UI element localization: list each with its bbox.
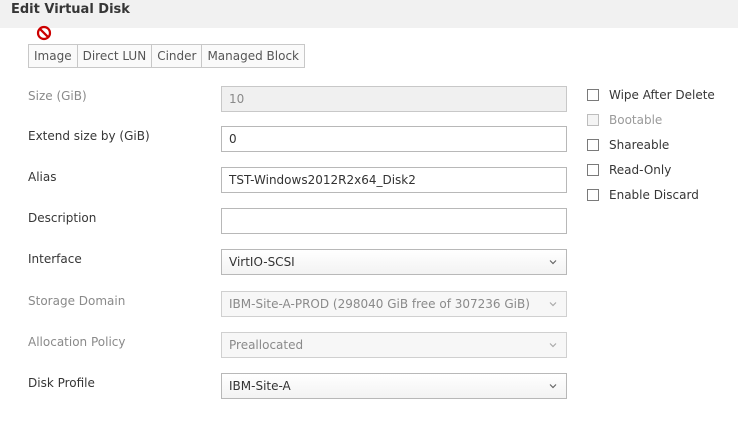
shareable-label: Shareable (609, 138, 670, 152)
disk-profile-label: Disk Profile (28, 376, 95, 390)
wipe-after-delete-option[interactable]: Wipe After Delete (587, 87, 715, 103)
storage-domain-label: Storage Domain (28, 294, 126, 308)
no-entry-icon (36, 25, 52, 41)
storage-domain-select: IBM-Site-A-PROD (298040 GiB free of 3072… (221, 291, 567, 317)
chevron-down-icon (549, 384, 557, 389)
allocation-policy-select: Preallocated (221, 332, 567, 358)
disk-type-tabs: Image Direct LUN Cinder Managed Block (28, 44, 306, 68)
interface-label: Interface (28, 252, 82, 266)
interface-select[interactable]: VirtIO-SCSI (221, 249, 567, 275)
bootable-label: Bootable (609, 113, 663, 127)
extend-size-label: Extend size by (GiB) (28, 129, 150, 143)
shareable-checkbox[interactable] (587, 139, 599, 151)
read-only-checkbox[interactable] (587, 164, 599, 176)
bootable-checkbox (587, 114, 599, 126)
dialog-header: Edit Virtual Disk (0, 0, 738, 28)
description-input[interactable] (221, 208, 567, 234)
shareable-option[interactable]: Shareable (587, 137, 669, 153)
size-label: Size (GiB) (28, 89, 87, 103)
allocation-policy-value: Preallocated (229, 338, 304, 352)
extend-size-input[interactable]: 0 (221, 126, 567, 152)
wipe-after-delete-label: Wipe After Delete (609, 88, 715, 102)
dialog-title: Edit Virtual Disk (11, 2, 130, 17)
tab-image[interactable]: Image (29, 45, 78, 67)
interface-value: VirtIO-SCSI (229, 255, 295, 269)
chevron-down-icon (549, 260, 557, 265)
chevron-down-icon (549, 302, 557, 307)
read-only-label: Read-Only (609, 163, 672, 177)
description-label: Description (28, 211, 97, 225)
enable-discard-label: Enable Discard (609, 188, 699, 202)
alias-label: Alias (28, 170, 57, 184)
read-only-option[interactable]: Read-Only (587, 162, 671, 178)
tab-managed-block[interactable]: Managed Block (202, 45, 304, 67)
disk-profile-select[interactable]: IBM-Site-A (221, 373, 567, 399)
tab-direct-lun[interactable]: Direct LUN (78, 45, 153, 67)
allocation-policy-label: Allocation Policy (28, 335, 126, 349)
storage-domain-value: IBM-Site-A-PROD (298040 GiB free of 3072… (229, 297, 530, 311)
chevron-down-icon (549, 343, 557, 348)
enable-discard-checkbox[interactable] (587, 189, 599, 201)
wipe-after-delete-checkbox[interactable] (587, 89, 599, 101)
alias-input[interactable]: TST-Windows2012R2x64_Disk2 (221, 167, 567, 193)
enable-discard-option[interactable]: Enable Discard (587, 187, 699, 203)
tab-cinder[interactable]: Cinder (152, 45, 203, 67)
bootable-option: Bootable (587, 112, 662, 128)
disk-profile-value: IBM-Site-A (229, 379, 291, 393)
size-field: 10 (221, 86, 567, 112)
